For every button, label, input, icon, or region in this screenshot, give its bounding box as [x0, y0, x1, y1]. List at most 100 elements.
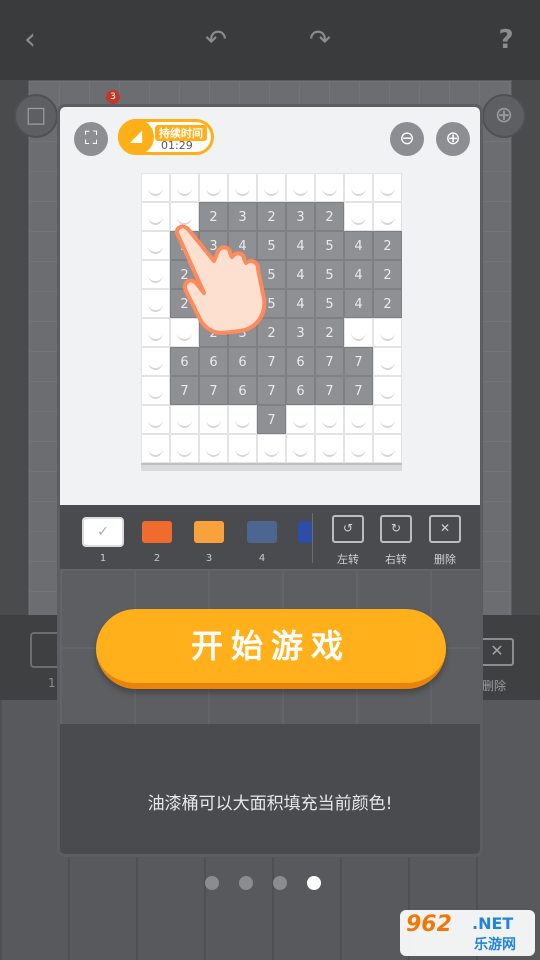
delete-label: 删除	[434, 553, 456, 566]
grid-cell[interactable]	[286, 434, 315, 463]
grid-cell[interactable]: 4	[286, 289, 315, 318]
grid-cell[interactable]	[373, 318, 402, 347]
zoom-in-icon[interactable]: ⊕	[436, 122, 470, 156]
start-area: 开始游戏	[60, 569, 480, 724]
grid-cell[interactable]: 2	[373, 260, 402, 289]
grid-cell[interactable]: 7	[257, 376, 286, 405]
grid-cell[interactable]: 7	[170, 376, 199, 405]
grid-cell[interactable]	[228, 405, 257, 434]
grid-cell[interactable]: 7	[344, 347, 373, 376]
background-brick-label: 1	[48, 676, 56, 690]
grid-cell[interactable]	[286, 173, 315, 202]
help-icon[interactable]: ?	[486, 20, 526, 60]
paint-bucket-icon: ◢	[118, 119, 154, 155]
color-palette: ✓ 1 2 3 4 ↺ 左转 ↻ 右转 ✕ 删除	[60, 505, 480, 569]
grid-cell[interactable]	[373, 347, 402, 376]
grid-cell[interactable]: 7	[199, 376, 228, 405]
grid-cell[interactable]	[170, 405, 199, 434]
grid-cell[interactable]	[373, 434, 402, 463]
grid-cell[interactable]	[141, 405, 170, 434]
grid-cell[interactable]: 5	[315, 231, 344, 260]
rotate-left-icon[interactable]: ↺	[332, 515, 364, 543]
grid-cell[interactable]	[199, 173, 228, 202]
grid-cell[interactable]: 7	[344, 376, 373, 405]
grid-cell[interactable]	[373, 376, 402, 405]
grid-cell[interactable]	[344, 434, 373, 463]
grid-cell[interactable]	[141, 434, 170, 463]
grid-cell[interactable]	[373, 173, 402, 202]
select-area-icon[interactable]: ⛶	[74, 122, 108, 156]
grid-cell[interactable]	[199, 434, 228, 463]
page-indicator	[205, 876, 321, 892]
grid-cell[interactable]	[344, 202, 373, 231]
watermark-net: .NET	[472, 914, 514, 933]
grid-cell[interactable]: 4	[344, 260, 373, 289]
grid-cell[interactable]: 2	[315, 202, 344, 231]
grid-cell[interactable]: 7	[257, 405, 286, 434]
grid-cell[interactable]	[141, 347, 170, 376]
page-dot[interactable]	[239, 876, 253, 890]
grid-cell[interactable]	[199, 405, 228, 434]
palette-label-3: 3	[205, 553, 213, 564]
grid-cell[interactable]	[344, 173, 373, 202]
grid-cell[interactable]: 2	[373, 289, 402, 318]
grid-cell[interactable]	[257, 434, 286, 463]
grid-cell[interactable]: 4	[344, 289, 373, 318]
delete-icon[interactable]: ✕	[429, 515, 461, 543]
grid-cell[interactable]: 5	[315, 260, 344, 289]
rotate-left-label: 左转	[337, 553, 359, 566]
background-delete-icon: ✕	[480, 638, 514, 666]
grid-cell[interactable]	[373, 405, 402, 434]
grid-cell[interactable]	[228, 173, 257, 202]
grid-cell[interactable]: 6	[170, 347, 199, 376]
grid-cell[interactable]: 7	[315, 376, 344, 405]
watermark-site: 乐游网	[474, 937, 516, 953]
grid-cell[interactable]	[344, 318, 373, 347]
page-dot[interactable]	[273, 876, 287, 890]
grid-cell[interactable]	[315, 434, 344, 463]
grid-cell[interactable]	[257, 173, 286, 202]
grid-cell[interactable]	[315, 173, 344, 202]
page-dot[interactable]	[307, 876, 321, 890]
grid-cell[interactable]	[286, 405, 315, 434]
grid-cell[interactable]	[141, 173, 170, 202]
grid-cell[interactable]	[141, 376, 170, 405]
grid-cell[interactable]	[170, 173, 199, 202]
preview-panel: ⛶ ◢ 持续时间 01:29 ⊖ ⊕ 232322345454225454542…	[60, 107, 480, 505]
grid-cell[interactable]: 7	[257, 347, 286, 376]
grid-cell[interactable]: 6	[228, 376, 257, 405]
grid-cell[interactable]: 2	[315, 318, 344, 347]
palette-item-1[interactable]: ✓	[82, 517, 124, 547]
grid-cell[interactable]: 5	[315, 289, 344, 318]
undo-icon[interactable]: ↶	[196, 20, 236, 60]
grid-cell[interactable]: 3	[286, 318, 315, 347]
grid-cell[interactable]: 4	[286, 231, 315, 260]
grid-cell[interactable]: 6	[228, 347, 257, 376]
grid-cell[interactable]: 3	[286, 202, 315, 231]
grid-cell[interactable]: 6	[286, 376, 315, 405]
grid-cell[interactable]: 4	[344, 231, 373, 260]
start-game-button[interactable]: 开始游戏	[96, 609, 446, 689]
palette-item-2[interactable]	[142, 521, 172, 543]
watermark-number: 962	[406, 912, 452, 937]
zoom-out-icon[interactable]: ⊖	[390, 122, 424, 156]
grid-cell[interactable]: 6	[286, 347, 315, 376]
page-dot[interactable]	[205, 876, 219, 890]
grid-cell[interactable]	[228, 434, 257, 463]
background-delete-label: 删除	[482, 679, 507, 693]
grid-cell[interactable]: 2	[373, 231, 402, 260]
palette-item-5[interactable]	[298, 521, 312, 543]
back-icon[interactable]: ‹	[10, 20, 50, 60]
grid-cell[interactable]	[315, 405, 344, 434]
grid-cell[interactable]: 6	[199, 347, 228, 376]
rotate-right-icon[interactable]: ↻	[380, 515, 412, 543]
grid-cell[interactable]: 4	[286, 260, 315, 289]
grid-cell[interactable]	[344, 405, 373, 434]
grid-cell[interactable]	[373, 202, 402, 231]
palette-item-3[interactable]	[194, 521, 224, 543]
palette-item-4[interactable]	[247, 521, 277, 543]
site-watermark: 962 .NET 乐游网	[400, 910, 535, 956]
grid-cell[interactable]: 7	[315, 347, 344, 376]
redo-icon[interactable]: ↷	[300, 20, 340, 60]
grid-cell[interactable]	[170, 434, 199, 463]
